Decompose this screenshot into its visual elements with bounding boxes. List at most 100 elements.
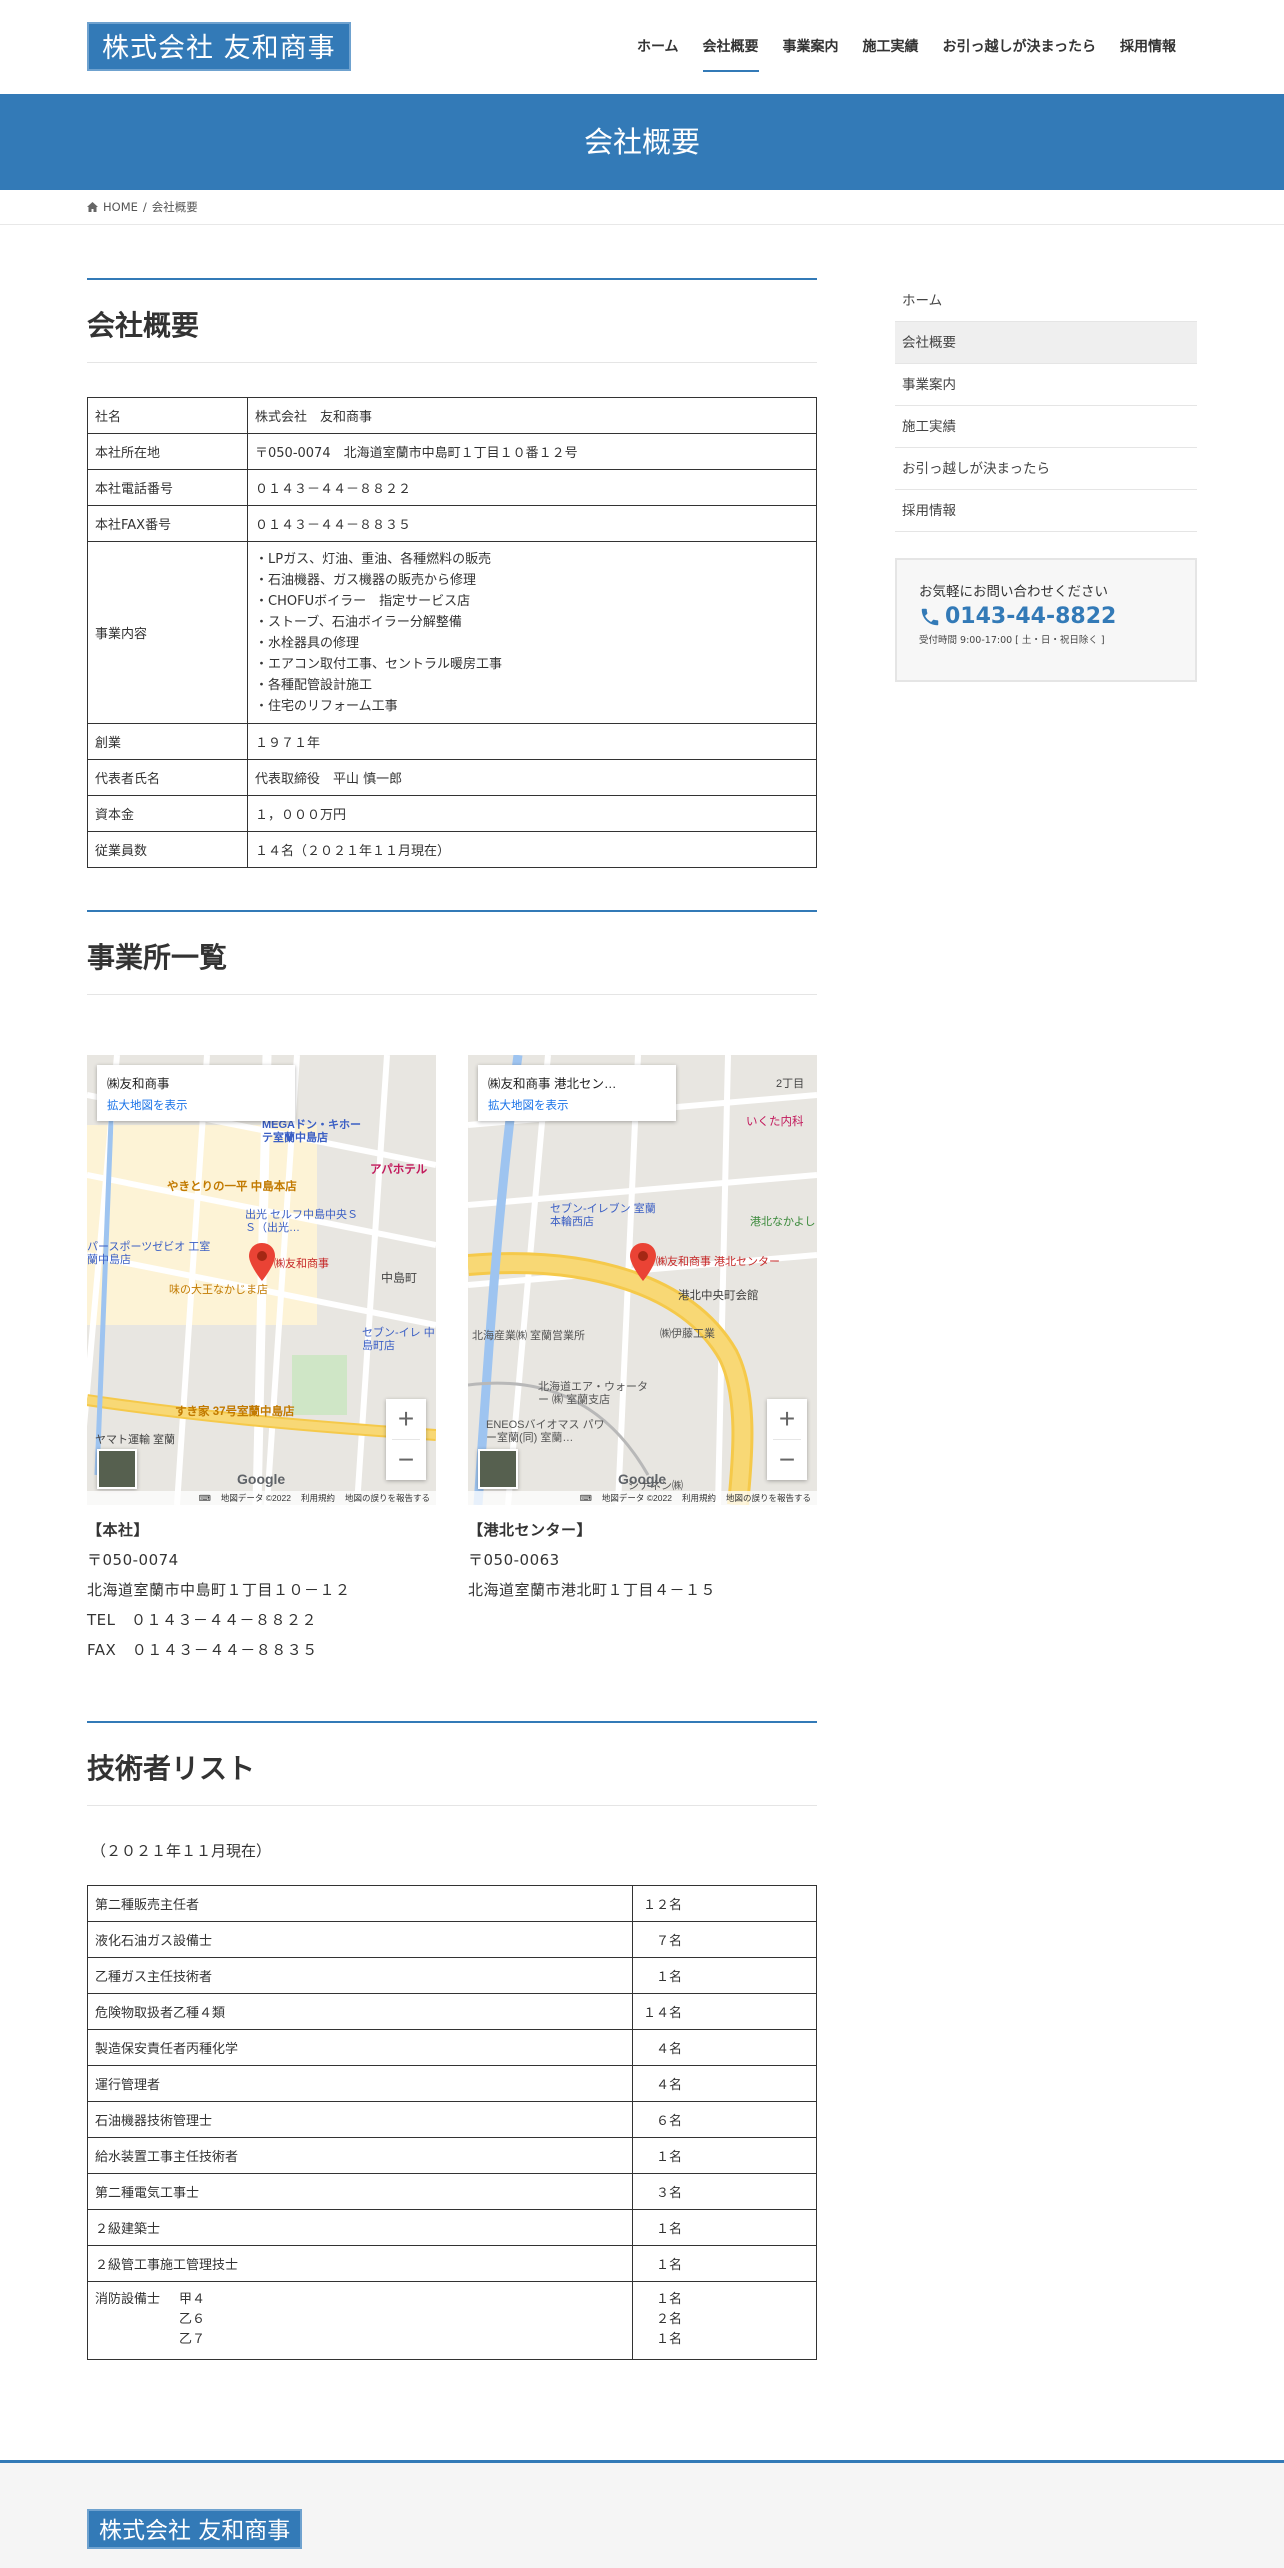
sidebar-item-recruit[interactable]: 採用情報 (895, 490, 1197, 532)
office-card-kohoku: 2丁目 いくた内科 セブン-イレブン 室蘭本輪西店 港北なかよし ㈱友和商事 港… (468, 1055, 817, 1665)
google-logo: Google (618, 1471, 667, 1487)
satellite-toggle-button[interactable] (97, 1449, 137, 1489)
office-name: 【港北センター】 (468, 1521, 593, 1539)
map-label: ENEOSバイオマス パワー室蘭(同) 室蘭… (486, 1419, 605, 1444)
contact-tel-number[interactable]: 0143-44-8822 (945, 604, 1116, 629)
zoom-in-button[interactable]: + (767, 1399, 807, 1439)
qualification-count: ６名 (632, 2101, 817, 2138)
map-label: 北海産業㈱ 室蘭営業所 (472, 1330, 586, 1342)
qualification-name: 第二種電気工事士 (87, 2173, 633, 2210)
sidebar-item-business[interactable]: 事業案内 (895, 364, 1197, 406)
sidebar-item-moving[interactable]: お引っ越しが決まったら (895, 448, 1197, 490)
row-value: １４名（２０２１年１１月現在） (247, 831, 817, 868)
page-header-title: 会社概要 (0, 94, 1284, 190)
qualification-name: 製造保安責任者丙種化学 (87, 2029, 633, 2066)
nav-home[interactable]: ホーム (625, 0, 691, 94)
zoom-in-button[interactable]: + (386, 1399, 426, 1439)
table-row: 乙種ガス主任技術者 １名 (87, 1957, 817, 1994)
contact-title: お気軽にお問い合わせください (919, 584, 1108, 600)
breadcrumb: HOME / 会社概要 (87, 190, 198, 224)
map-place-name: ㈱友和商事 港北セン… (488, 1077, 617, 1091)
business-item: ・水栓器具の修理 (255, 635, 360, 651)
map-info-card: ㈱友和商事 港北セン… 拡大地図を表示 (478, 1065, 676, 1121)
qualification-count: １２名 (632, 1885, 817, 1922)
table-row: 消防設備士 甲４ 乙６ 乙７ １名 ２名 １名 (87, 2281, 817, 2360)
table-row: 創業 １９７１年 (87, 723, 817, 760)
qualification-count: ４名 (632, 2065, 817, 2102)
breadcrumb-home[interactable]: HOME (103, 200, 138, 214)
row-value: 代表取締役 平山 慎一郎 (247, 759, 817, 796)
footer-logo[interactable]: 株式会社 友和商事 (87, 2509, 303, 2549)
row-value: １９７１年 (247, 723, 817, 760)
table-row: 給水装置工事主任技術者 １名 (87, 2137, 817, 2174)
engineers-date-note: （２０２１年１１月現在） (91, 1842, 272, 1860)
site-footer: 株式会社 友和商事 (0, 2460, 1284, 2568)
map-label: セブン-イレブン 室蘭本輪西店 (550, 1203, 656, 1228)
qualification-count: １名 ２名 １名 (632, 2281, 817, 2360)
nav-moving[interactable]: お引っ越しが決まったら (931, 0, 1108, 94)
address-line: 〒050-0074 (87, 1551, 179, 1569)
table-row: ２級管工事施工管理技士 １名 (87, 2245, 817, 2282)
phone-icon (921, 608, 939, 625)
qualification-name: 危険物取扱者乙種４類 (87, 1993, 633, 2030)
row-value: ０１４３－４４－８８２２ (247, 469, 817, 506)
table-row: 液化石油ガス設備士 ７名 (87, 1921, 817, 1958)
nav-recruit[interactable]: 採用情報 (1108, 0, 1188, 94)
engineers-table: 第二種販売主任者 １２名 液化石油ガス設備士 ７名 乙種ガス主任技術者 １名 危険… (87, 1885, 817, 2360)
qualification-count: ７名 (632, 1921, 817, 1958)
terms-link[interactable]: 利用規約 (301, 1492, 335, 1504)
contact-tel[interactable]: 0143-44-8822 (919, 604, 1173, 629)
table-row: 危険物取扱者乙種４類 １４名 (87, 1993, 817, 2030)
grade-count: ２名 (643, 2312, 683, 2327)
address-line: 〒050-0063 (468, 1551, 560, 1569)
sidebar-item-company[interactable]: 会社概要 (895, 322, 1197, 364)
map-label: 中島町 (381, 1271, 418, 1285)
grade-item: 乙７ (179, 2332, 206, 2347)
table-row: 本社電話番号 ０１４３－４４－８８２２ (87, 469, 817, 506)
map-label: ヤマト運輸 室蘭 (95, 1434, 176, 1446)
map-enlarge-link[interactable]: 拡大地図を表示 (107, 1097, 285, 1113)
terms-link[interactable]: 利用規約 (682, 1492, 716, 1504)
business-item: ・LPガス、灯油、重油、各種燃料の販売 (255, 551, 492, 567)
satellite-toggle-button[interactable] (478, 1449, 518, 1489)
report-error-link[interactable]: 地図の誤りを報告する (726, 1492, 811, 1504)
table-row: 製造保安責任者丙種化学 ４名 (87, 2029, 817, 2066)
map-honsha[interactable]: MEGAドン・キホーテ室蘭中島店 やきとりの一平 中島本店 アパホテル 出光 セ… (87, 1055, 436, 1505)
nav-works[interactable]: 施工実績 (851, 0, 931, 94)
map-footer: ⌨ 地図データ ©2022 利用規約 地図の誤りを報告する (87, 1491, 436, 1505)
map-kohoku[interactable]: 2丁目 いくた内科 セブン-イレブン 室蘭本輪西店 港北なかよし ㈱友和商事 港… (468, 1055, 817, 1505)
site-logo[interactable]: 株式会社 友和商事 (87, 22, 351, 71)
qualification-name: 石油機器技術管理士 (87, 2101, 633, 2138)
qualification-count: １名 (632, 2209, 817, 2246)
qualification-name: 液化石油ガス設備士 (87, 1921, 633, 1958)
table-row: 第二種電気工事士 ３名 (87, 2173, 817, 2210)
sidebar-item-home[interactable]: ホーム (895, 280, 1197, 322)
breadcrumb-separator: / (142, 200, 147, 214)
map-enlarge-link[interactable]: 拡大地図を表示 (488, 1097, 666, 1113)
row-value: 〒050-0074 北海道室蘭市中島町１丁目１０番１２号 (247, 433, 817, 470)
map-pin-icon[interactable] (630, 1243, 656, 1281)
map-label: 港北中央町会館 (678, 1290, 759, 1302)
map-pin-icon[interactable] (249, 1243, 275, 1281)
zoom-out-button[interactable]: − (386, 1440, 426, 1480)
business-item: ・CHOFUボイラー 指定サービス店 (255, 593, 471, 609)
office-address: 【本社】 〒050-0074 北海道室蘭市中島町１丁目１０－１２ TEL ０１４… (87, 1515, 436, 1665)
office-card-honsha: MEGAドン・キホーテ室蘭中島店 やきとりの一平 中島本店 アパホテル 出光 セ… (87, 1055, 436, 1665)
grade-count: １名 (643, 2332, 683, 2347)
map-place-name: ㈱友和商事 (107, 1077, 170, 1091)
table-row: 事業内容 ・LPガス、灯油、重油、各種燃料の販売 ・石油機器、ガス機器の販売から… (87, 541, 817, 724)
table-row: 運行管理者 ４名 (87, 2065, 817, 2102)
address-line: 北海道室蘭市中島町１丁目１０－１２ (87, 1581, 351, 1599)
qualification-name: ２級建築士 (87, 2209, 633, 2246)
zoom-out-button[interactable]: − (767, 1440, 807, 1480)
nav-company[interactable]: 会社概要 (691, 0, 771, 94)
nav-business[interactable]: 事業案内 (771, 0, 851, 94)
keyboard-icon[interactable]: ⌨ (580, 1493, 592, 1504)
keyboard-icon[interactable]: ⌨ (199, 1493, 211, 1504)
map-data-credit: 地図データ ©2022 (220, 1493, 291, 1503)
map-label: ㈱友和商事 港北センター (656, 1256, 781, 1268)
offices-section-title: 事業所一覧 (87, 910, 817, 995)
map-footer: ⌨ 地図データ ©2022 利用規約 地図の誤りを報告する (468, 1491, 817, 1505)
sidebar-item-works[interactable]: 施工実績 (895, 406, 1197, 448)
report-error-link[interactable]: 地図の誤りを報告する (345, 1492, 430, 1504)
